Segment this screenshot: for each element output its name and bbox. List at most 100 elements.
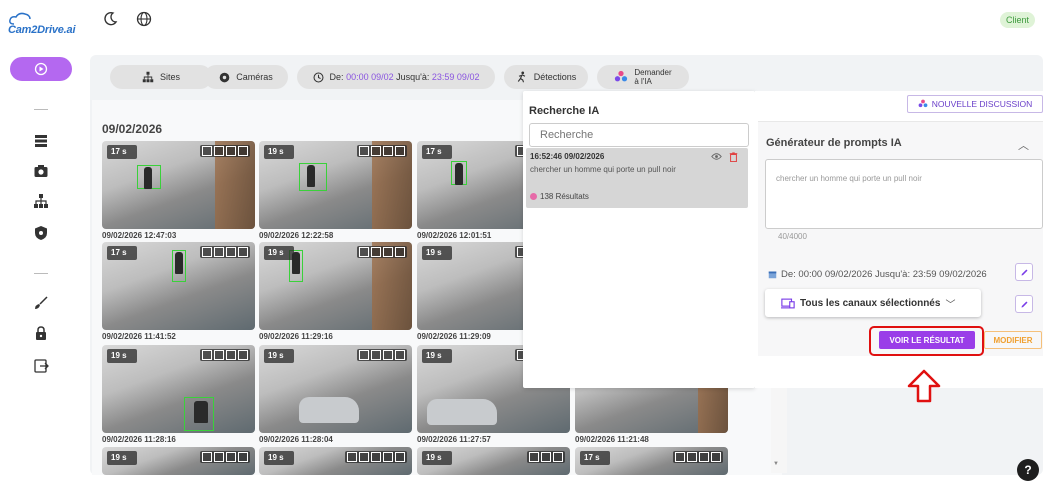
- thumbnail-caption: 09/02/2026 11:21:48: [575, 435, 649, 444]
- duration-badge: 19 s: [107, 349, 137, 363]
- duration-badge: 19 s: [107, 451, 137, 465]
- ask-ai-line1: Demander: [634, 68, 672, 77]
- ai-search-input[interactable]: [529, 123, 749, 147]
- detection-icons: [200, 349, 250, 361]
- video-thumbnail[interactable]: 19 s: [259, 141, 412, 229]
- channels-dropdown[interactable]: Tous les canaux sélectionnés ﹀: [765, 289, 981, 317]
- ask-ai-button[interactable]: Demander à l'IA: [597, 65, 689, 89]
- date-to: 23:59 09/02: [431, 72, 480, 82]
- modify-button[interactable]: MODIFIER: [984, 331, 1042, 349]
- duration-badge: 19 s: [264, 349, 294, 363]
- sidebar-divider: [34, 273, 48, 274]
- trash-icon[interactable]: [729, 152, 738, 162]
- sites-filter-button[interactable]: Sites: [110, 65, 212, 89]
- thumbnail-caption: 09/02/2026 11:28:04: [259, 435, 333, 444]
- history-timestamp: 16:52:46 09/02/2026: [530, 152, 605, 161]
- detection-icons: [357, 349, 407, 361]
- sidebar-item-player[interactable]: [10, 57, 72, 81]
- duration-badge: 19 s: [422, 349, 452, 363]
- new-discussion-label: NOUVELLE DISCUSSION: [931, 99, 1033, 109]
- moon-icon[interactable]: [101, 10, 119, 28]
- detections-filter-button[interactable]: Détections: [504, 65, 588, 89]
- detection-icons: [357, 145, 407, 157]
- ask-ai-line2: à l'IA: [634, 77, 652, 86]
- ai-search-panel: Recherche IA 16:52:46 09/02/2026 cherche…: [523, 91, 755, 388]
- detection-icons: [357, 246, 407, 258]
- view-result-button[interactable]: VOIR LE RÉSULTAT: [879, 331, 975, 349]
- pencil-icon: [1021, 269, 1027, 275]
- chevron-up-icon[interactable]: ︿: [1018, 137, 1029, 153]
- detection-icons: [527, 451, 565, 463]
- detections-label: Détections: [533, 72, 577, 82]
- prompt-textarea[interactable]: chercher un homme qui porte un pull noir: [765, 159, 1043, 229]
- search-history-item[interactable]: 16:52:46 09/02/2026 chercher un homme qu…: [526, 148, 748, 208]
- eye-icon[interactable]: [711, 152, 722, 161]
- duration-badge: 19 s: [422, 246, 452, 260]
- video-thumbnail[interactable]: 19 s: [259, 242, 412, 330]
- scroll-down-arrow[interactable]: ▼: [773, 461, 779, 467]
- brush-icon[interactable]: [33, 295, 49, 311]
- pencil-icon: [1021, 301, 1027, 307]
- thumbnail-caption: 09/02/2026 12:22:58: [259, 231, 334, 240]
- video-thumbnail[interactable]: 19 s: [259, 447, 412, 475]
- prompt-generator-card: Générateur de prompts IA ︿ chercher un h…: [758, 121, 1043, 356]
- calendar-icon: [768, 271, 777, 279]
- thumbnail-caption: 09/02/2026 11:27:57: [417, 435, 491, 444]
- clock-icon: [313, 72, 324, 82]
- arrow-up-icon: [907, 369, 941, 403]
- thumbnail-caption: 09/02/2026 12:47:03: [102, 231, 177, 240]
- client-badge[interactable]: Client: [999, 12, 1035, 28]
- thumbnail-caption: 09/02/2026 11:29:09: [417, 332, 491, 341]
- new-discussion-button[interactable]: NOUVELLE DISCUSSION: [907, 95, 1043, 113]
- duration-badge: 17 s: [107, 246, 137, 260]
- date-range-text: De: 00:00 09/02/2026 Jusqu'à: 23:59 09/0…: [781, 269, 987, 280]
- logout-icon[interactable]: [33, 358, 49, 374]
- play-icon: [34, 62, 48, 76]
- duration-badge: 19 s: [264, 246, 294, 260]
- detection-icons: [200, 451, 250, 463]
- sitemap-icon[interactable]: [33, 193, 49, 209]
- running-person-icon: [517, 71, 525, 83]
- video-thumbnail[interactable]: 19 s: [259, 345, 412, 433]
- thumbnail-caption: 09/02/2026 11:28:16: [102, 435, 176, 444]
- logo-text: Cam2Drive.ai: [8, 24, 76, 36]
- sparkle-icon: [918, 99, 928, 108]
- server-icon[interactable]: [33, 133, 49, 149]
- sparkle-icon: [615, 70, 628, 82]
- cameras-filter-button[interactable]: Caméras: [204, 65, 288, 89]
- chevron-down-icon: ﹀: [945, 299, 956, 311]
- detection-icons: [200, 145, 250, 157]
- top-bar: Cam2Drive.ai Client: [0, 0, 1043, 42]
- help-button[interactable]: ?: [1017, 459, 1039, 481]
- camera-icon[interactable]: [33, 163, 49, 179]
- video-thumbnail[interactable]: 17 s: [102, 242, 255, 330]
- date-range-button[interactable]: De: 00:00 09/02 Jusqu'à: 23:59 09/02: [297, 65, 495, 89]
- video-thumbnail[interactable]: 19 s: [102, 447, 255, 475]
- video-thumbnail[interactable]: 19 s: [417, 447, 570, 475]
- video-thumbnail[interactable]: 17 s: [102, 141, 255, 229]
- thumbnail-caption: 09/02/2026 12:01:51: [417, 231, 492, 240]
- shield-icon[interactable]: [33, 225, 49, 241]
- duration-badge: 19 s: [264, 451, 294, 465]
- help-icon: ?: [1024, 463, 1032, 477]
- sitemap-icon: [142, 71, 154, 83]
- logo[interactable]: Cam2Drive.ai: [8, 12, 76, 38]
- globe-icon[interactable]: [135, 10, 153, 28]
- edit-date-button[interactable]: [1015, 263, 1033, 281]
- prompt-generator-panel: NOUVELLE DISCUSSION Générateur de prompt…: [755, 91, 1043, 388]
- sidebar: [0, 42, 82, 488]
- detection-icons: [345, 451, 407, 463]
- thumbnail-caption: 09/02/2026 11:41:52: [102, 332, 176, 341]
- grid-date-heading: 09/02/2026: [102, 122, 163, 136]
- aperture-icon: [219, 72, 230, 82]
- ai-search-title: Recherche IA: [529, 105, 600, 117]
- video-thumbnail[interactable]: 19 s: [102, 345, 255, 433]
- devices-icon: [781, 298, 795, 308]
- lock-icon[interactable]: [33, 325, 49, 341]
- prompt-date-range: De: 00:00 09/02/2026 Jusqu'à: 23:59 09/0…: [768, 269, 987, 280]
- video-thumbnail[interactable]: 17 s: [575, 447, 728, 475]
- date-mid: Jusqu'à:: [396, 72, 430, 82]
- edit-channels-button[interactable]: [1015, 295, 1033, 313]
- sites-label: Sites: [159, 72, 180, 82]
- history-query: chercher un homme qui porte un pull noir: [530, 165, 676, 174]
